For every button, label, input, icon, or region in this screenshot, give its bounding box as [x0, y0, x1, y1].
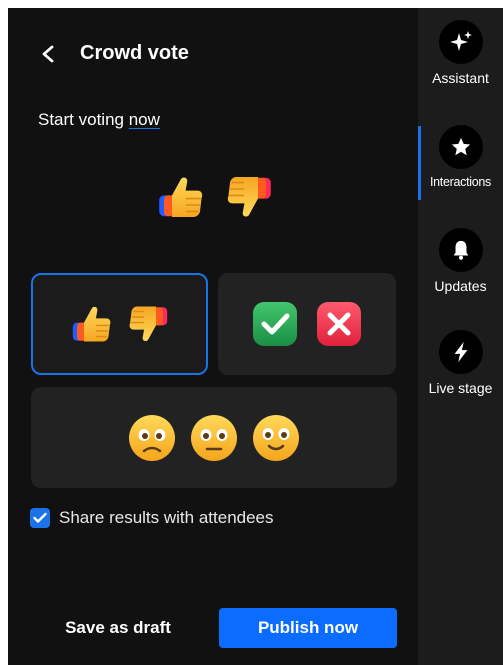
crowd-vote-panel: Crowd vote Start voting now Share result…: [8, 8, 418, 665]
sparkle-icon: [438, 20, 483, 64]
share-results-checkbox[interactable]: [30, 508, 50, 528]
start-voting-text: Start voting now: [38, 110, 160, 130]
rail-label-assistant: Assistant: [432, 70, 489, 86]
cross-icon: [317, 302, 361, 346]
vote-preview: [156, 173, 274, 221]
vote-option-thumbs[interactable]: [31, 273, 208, 375]
lightning-icon: [438, 330, 483, 374]
start-voting-prefix: Start voting: [38, 110, 129, 129]
rail-item-updates[interactable]: Updates: [418, 228, 503, 294]
share-results-row: Share results with attendees: [30, 508, 274, 528]
page-title: Crowd vote: [80, 42, 189, 64]
rail-item-live-stage[interactable]: Live stage: [418, 330, 503, 396]
rail-item-assistant[interactable]: Assistant: [418, 20, 503, 86]
neutral-face-icon: [191, 414, 237, 461]
rail-item-interactions[interactable]: Interactions: [418, 125, 503, 189]
thumbs-down-icon: [226, 173, 274, 221]
right-nav-rail: Assistant Interactions Updates Live stag…: [418, 8, 503, 665]
rail-label-interactions: Interactions: [429, 175, 492, 189]
vote-option-faces[interactable]: [31, 387, 397, 488]
panel-header: Crowd vote: [38, 42, 189, 65]
frown-face-icon: [129, 414, 175, 461]
publish-now-button[interactable]: Publish now: [219, 608, 397, 648]
checkmark-icon: [33, 512, 47, 523]
bell-icon: [438, 228, 483, 272]
smile-face-icon: [253, 414, 299, 461]
window-left-edge: [0, 0, 8, 665]
save-draft-button[interactable]: Save as draft: [48, 608, 188, 648]
share-results-label: Share results with attendees: [59, 508, 274, 527]
window-top-edge: [0, 0, 503, 8]
vote-option-check-cross[interactable]: [218, 273, 396, 375]
rail-label-live-stage: Live stage: [428, 380, 493, 396]
chevron-left-icon[interactable]: [38, 44, 58, 64]
rail-label-updates: Updates: [434, 278, 487, 294]
thumbs-up-icon: [156, 173, 204, 221]
check-icon: [253, 302, 297, 346]
thumbs-down-icon: [128, 303, 170, 345]
start-now-link[interactable]: now: [129, 110, 160, 129]
star-icon: [438, 125, 483, 169]
thumbs-up-icon: [70, 303, 112, 345]
